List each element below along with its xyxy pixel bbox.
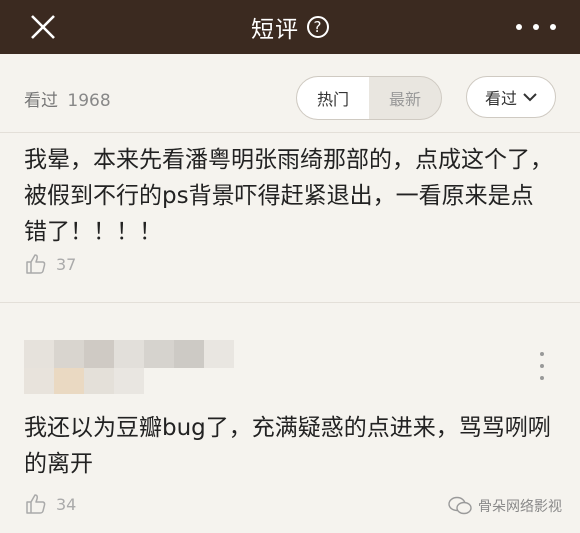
like-count: 37: [56, 254, 77, 274]
comment-text: 我晕，本来先看潘粤明张雨绮那部的，点成这个了，被假到不行的ps背景吓得赶紧退出，…: [24, 147, 553, 245]
divider: [0, 132, 580, 133]
thumbs-up-icon: [26, 494, 46, 514]
more-options-button[interactable]: [516, 12, 556, 42]
seen-summary: 看过 1968: [24, 86, 111, 111]
more-dot-icon: [550, 24, 556, 30]
seen-count: 1968: [67, 91, 111, 111]
comment-text: 我还以为豆瓣bug了，充满疑惑的点进来，骂骂咧咧的离开: [24, 415, 551, 477]
divider: [0, 302, 580, 303]
tab-hot[interactable]: 热门: [297, 77, 369, 119]
tab-latest[interactable]: 最新: [369, 77, 441, 119]
filter-bar: 看过 1968 热门 最新 看过: [0, 54, 580, 132]
page-title: 短评: [251, 17, 299, 43]
like-button[interactable]: 37: [24, 252, 76, 276]
like-count: 34: [56, 494, 77, 514]
watermark: 骨朵网络影视: [448, 496, 562, 516]
sort-toggle: 热门 最新: [296, 76, 442, 120]
help-icon[interactable]: ?: [307, 16, 329, 38]
wechat-icon: [448, 496, 472, 515]
blurred-author: [24, 340, 234, 368]
watermark-text: 骨朵网络影视: [478, 499, 562, 515]
more-dot-icon: [540, 352, 544, 356]
top-bar: 短评 ?: [0, 0, 580, 54]
chevron-down-icon: [523, 93, 537, 102]
more-dot-icon: [533, 24, 539, 30]
more-dot-icon: [540, 364, 544, 368]
more-dot-icon: [516, 24, 522, 30]
seen-filter-dropdown[interactable]: 看过: [466, 76, 556, 118]
blurred-author-secondary: [24, 368, 144, 394]
thumbs-up-icon: [26, 254, 46, 274]
dropdown-label: 看过: [484, 89, 517, 108]
seen-label: 看过: [24, 91, 58, 111]
more-dot-icon: [540, 376, 544, 380]
comment-more-button[interactable]: [535, 352, 549, 380]
page-title-row: 短评 ?: [0, 0, 580, 54]
like-button[interactable]: 34: [24, 492, 76, 516]
